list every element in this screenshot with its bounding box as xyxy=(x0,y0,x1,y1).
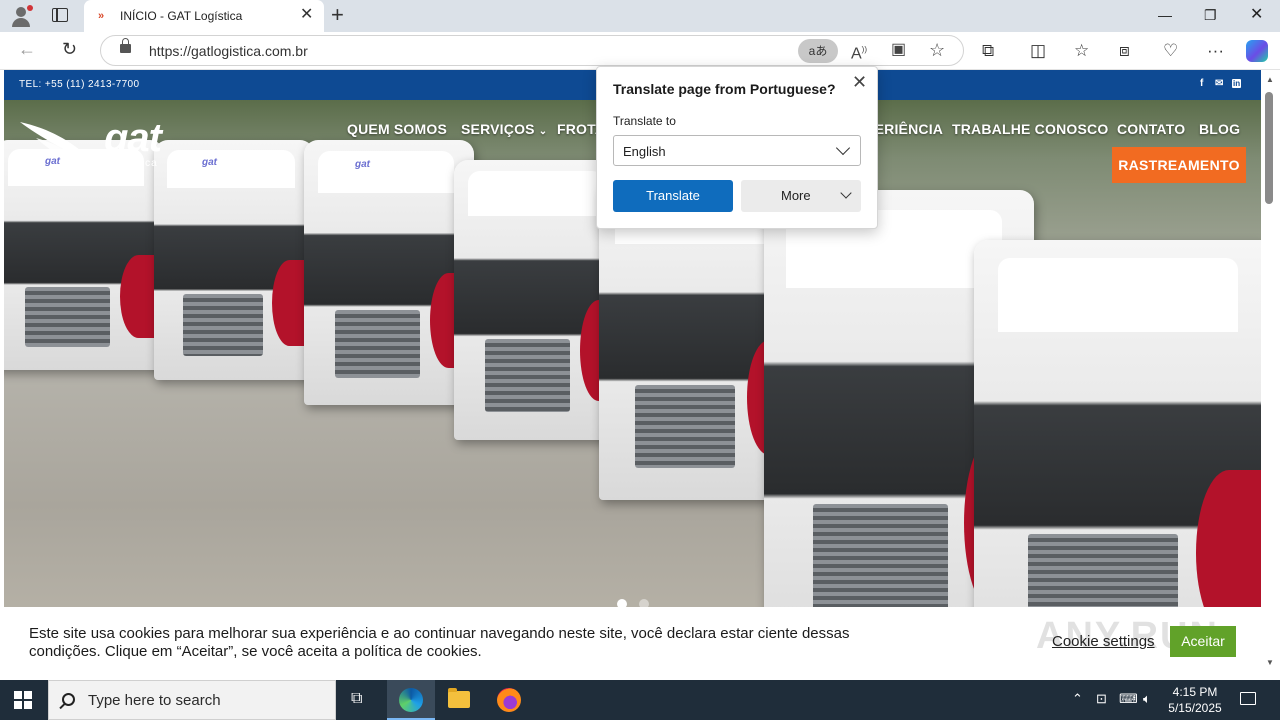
collections-icon[interactable]: ⧈ xyxy=(1119,41,1130,61)
translate-icon[interactable]: aあ xyxy=(798,39,838,63)
menu-servicos-label: SERVIÇOS xyxy=(461,121,535,137)
firefox-icon[interactable] xyxy=(485,680,533,720)
refresh-icon[interactable]: ↻ xyxy=(62,38,77,60)
clock-time: 4:15 PM xyxy=(1172,685,1218,699)
selected-language: English xyxy=(623,144,666,159)
immersive-reader-icon[interactable]: ▣ xyxy=(891,41,906,59)
file-explorer-icon[interactable] xyxy=(435,680,483,720)
menu-quem-somos[interactable]: QUEM SOMOS xyxy=(347,121,447,137)
close-tab-icon[interactable]: ✕ xyxy=(300,7,313,23)
cookie-message: Este site usa cookies para melhorar sua … xyxy=(29,625,850,660)
chevron-down-icon xyxy=(835,140,851,156)
email-icon[interactable]: ✉ xyxy=(1215,78,1223,89)
more-button[interactable]: More xyxy=(741,180,861,212)
menu-contato[interactable]: CONTATO xyxy=(1117,121,1185,137)
network-icon[interactable]: ⌨ xyxy=(1119,691,1138,707)
profile-icon[interactable] xyxy=(10,5,33,27)
taskbar-clock[interactable]: 4:15 PM 5/15/2025 xyxy=(1160,684,1230,716)
rastreamento-button[interactable]: RASTREAMENTO xyxy=(1112,147,1246,183)
new-tab-icon[interactable]: + xyxy=(331,3,344,27)
edge-taskbar-icon[interactable] xyxy=(387,680,435,720)
read-aloud-icon[interactable]: A)) xyxy=(851,41,867,63)
notifications-icon[interactable] xyxy=(1240,692,1256,705)
site-logo-subtitle: logística xyxy=(112,158,158,169)
scroll-thumb[interactable] xyxy=(1265,92,1273,204)
chevron-up-icon[interactable]: ⌃ xyxy=(1072,691,1083,707)
minimize-icon[interactable]: — xyxy=(1158,6,1172,24)
search-icon xyxy=(62,693,75,706)
gat-logo-swoosh-icon[interactable] xyxy=(18,118,108,178)
tab-title: INÍCIO - GAT Logística xyxy=(120,9,243,23)
favorite-star-icon[interactable]: ☆ xyxy=(929,41,945,59)
windows-start-icon[interactable] xyxy=(14,691,32,709)
tab-actions-icon[interactable] xyxy=(52,8,68,22)
browser-toolbar: ← ↻ https://gatlogistica.com.br aあ A)) ▣… xyxy=(0,32,1280,70)
menu-trabalhe-conosco[interactable]: TRABALHE CONOSCO xyxy=(952,121,1108,137)
windows-taskbar: Type here to search ⧉ ⌃ ⊡ ⌨ 🔈︎ 4:15 PM 5… xyxy=(0,680,1280,720)
facebook-icon[interactable]: f xyxy=(1200,78,1203,89)
task-view-icon[interactable]: ⧉ xyxy=(336,680,384,720)
split-screen-icon[interactable]: ◫ xyxy=(1030,41,1046,61)
close-popup-icon[interactable]: ✕ xyxy=(852,73,867,91)
back-icon[interactable]: ← xyxy=(18,38,36,60)
translate-popup-title: Translate page from Portuguese? xyxy=(613,81,836,97)
scroll-down-icon[interactable]: ▼ xyxy=(1266,658,1274,667)
phone-number: TEL: +55 (11) 2413-7700 xyxy=(19,79,140,90)
translate-button[interactable]: Translate xyxy=(613,180,733,212)
browser-essentials-icon[interactable]: ♡ xyxy=(1163,41,1178,61)
taskbar-search[interactable]: Type here to search xyxy=(48,680,336,720)
tab-strip: » INÍCIO - GAT Logística ✕ + — ❐ ✕ xyxy=(0,0,1280,32)
menu-blog[interactable]: BLOG xyxy=(1199,121,1240,137)
page-scrollbar[interactable]: ▲ ▼ xyxy=(1261,70,1280,680)
clock-date: 5/15/2025 xyxy=(1168,701,1222,715)
gat-favicon-icon: » xyxy=(98,10,104,22)
cookie-banner: Este site usa cookies para melhorar sua … xyxy=(4,607,1261,680)
linkedin-icon[interactable]: in xyxy=(1232,79,1242,88)
volume-icon[interactable]: 🔈︎ xyxy=(1143,691,1151,707)
language-select[interactable]: English xyxy=(613,135,861,166)
cookie-settings-link[interactable]: Cookie settings xyxy=(1052,633,1155,650)
lock-icon[interactable] xyxy=(120,38,131,53)
meet-now-icon[interactable]: ⊡ xyxy=(1096,691,1107,707)
chevron-down-icon: ⌄ xyxy=(538,126,548,137)
close-window-icon[interactable]: ✕ xyxy=(1250,6,1263,24)
more-button-label: More xyxy=(781,188,811,203)
search-placeholder: Type here to search xyxy=(88,692,221,709)
truck-image: gat xyxy=(304,140,474,405)
extensions-icon[interactable]: ⧉ xyxy=(982,41,994,61)
accept-cookies-button[interactable]: Aceitar xyxy=(1170,626,1236,657)
url-text[interactable]: https://gatlogistica.com.br xyxy=(149,43,308,59)
tab-active[interactable]: » INÍCIO - GAT Logística ✕ xyxy=(84,0,324,32)
favorites-icon[interactable]: ☆ xyxy=(1074,41,1089,61)
more-options-icon[interactable]: ··· xyxy=(1207,41,1224,61)
address-bar[interactable]: https://gatlogistica.com.br aあ A)) ▣ ☆ xyxy=(100,35,964,66)
menu-servicos[interactable]: SERVIÇOS ⌄ xyxy=(461,121,547,137)
restore-icon[interactable]: ❐ xyxy=(1204,6,1217,24)
scroll-up-icon[interactable]: ▲ xyxy=(1266,75,1274,84)
site-logo[interactable]: gat xyxy=(104,116,162,161)
translate-popup: Translate page from Portuguese? ✕ Transl… xyxy=(596,66,878,229)
copilot-icon[interactable] xyxy=(1246,40,1268,62)
chevron-down-icon xyxy=(840,187,852,199)
translate-to-label: Translate to xyxy=(613,114,676,128)
truck-image: gat xyxy=(154,140,314,380)
